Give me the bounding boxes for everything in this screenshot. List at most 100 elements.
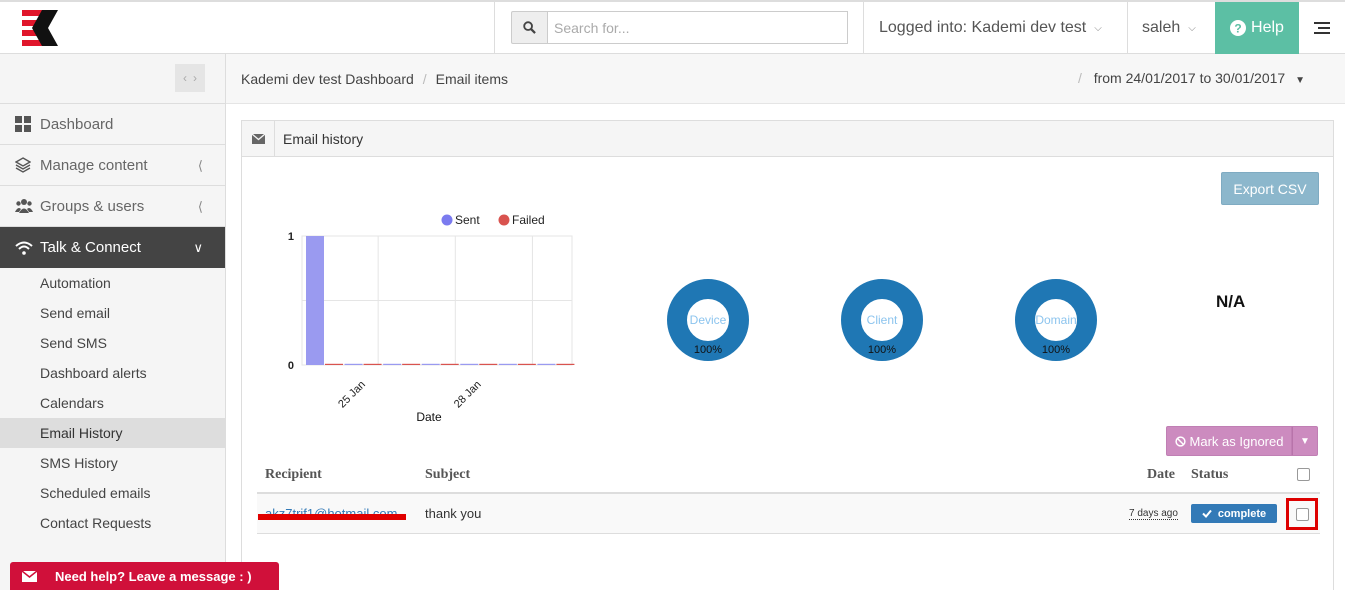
sidebar-subitem-dashboard-alerts[interactable]: Dashboard alerts	[0, 358, 225, 388]
sidebar-subitem-send-email[interactable]: Send email	[0, 298, 225, 328]
breadcrumb-separator: /	[422, 70, 427, 87]
wifi-icon	[15, 241, 33, 255]
domain-donut-chart: Domain 100%	[1015, 279, 1097, 361]
kademi-logo[interactable]	[22, 10, 62, 46]
bar-failed-25-jan	[363, 363, 382, 365]
sidebar-item-label: Talk & Connect	[40, 239, 141, 256]
table-row: akz7trif1@hotmail.com thank you 7 days a…	[257, 494, 1320, 534]
caret-down-icon: ▼	[1295, 75, 1305, 86]
sidebar-subitem-scheduled-emails[interactable]: Scheduled emails	[0, 478, 225, 508]
envelope-icon	[22, 570, 37, 582]
breadcrumb-separator: /	[1077, 70, 1082, 86]
panel-title: Email history	[283, 130, 364, 147]
account-dropdown[interactable]: Logged into: Kademi dev test ⌵	[863, 2, 1127, 54]
sidebar-item-manage-content[interactable]: Manage content ⟨	[0, 144, 225, 185]
search-button[interactable]	[511, 11, 547, 44]
ban-icon	[1174, 435, 1186, 447]
sidebar-item-label: Dashboard	[40, 115, 114, 133]
sidebar-item-talk-connect[interactable]: Talk & Connect ∨	[0, 226, 225, 268]
help-label: Help	[1251, 19, 1284, 36]
sidebar-subitem-email-history[interactable]: Email History	[0, 418, 225, 448]
user-dropdown[interactable]: saleh ⌵	[1127, 2, 1215, 54]
donut-label: Client	[867, 313, 898, 327]
sidebar-subitem-automation[interactable]: Automation	[0, 268, 225, 298]
top-bar: Logged into: Kademi dev test ⌵ saleh ⌵ ?…	[0, 0, 1345, 54]
sidebar-subitem-contact-requests[interactable]: Contact Requests	[0, 508, 225, 538]
col-subject[interactable]: Subject	[425, 467, 470, 483]
chevron-left-icon: ⟨	[197, 158, 203, 173]
chevron-left-icon: ⟨	[197, 199, 203, 214]
legend-label-failed: Failed	[512, 213, 545, 227]
table-header: Recipient Subject Date Status	[257, 458, 1320, 494]
date-range-dropdown[interactable]: / from 24/01/2017 to 30/01/2017 ▼	[1069, 70, 1305, 86]
sidebar-item-groups-users[interactable]: Groups & users ⟨	[0, 185, 225, 226]
search-area	[494, 2, 863, 54]
sidebar-subitem-calendars[interactable]: Calendars	[0, 388, 225, 418]
bar-sent-26-jan	[383, 363, 402, 365]
list-menu-icon	[1314, 22, 1330, 34]
question-circle-icon: ?	[1230, 20, 1247, 36]
col-recipient[interactable]: Recipient	[265, 467, 322, 483]
bar-sent-27-jan	[421, 363, 440, 365]
panel-header: Email history	[242, 121, 1333, 157]
bar-failed-27-jan	[440, 363, 459, 365]
x-tick-label: 25 Jan	[336, 379, 368, 411]
na-label: N/A	[1216, 292, 1246, 311]
bar-sent-29-jan	[498, 363, 517, 365]
x-axis-label: Date	[416, 410, 442, 424]
y-tick-label: 1	[288, 231, 294, 243]
status-label: complete	[1217, 507, 1267, 520]
donut-label: Domain	[1035, 313, 1076, 327]
col-status[interactable]: Status	[1191, 467, 1228, 483]
chevron-down-icon: ∨	[193, 240, 203, 255]
bar-sent-28-jan	[460, 363, 479, 365]
sidebar-subitem-send-sms[interactable]: Send SMS	[0, 328, 225, 358]
breadcrumb-email-items[interactable]: Email items	[436, 71, 508, 87]
donut-percent: 100%	[868, 344, 896, 356]
sidebar-item-label: Manage content	[40, 156, 148, 174]
mark-ignored-button[interactable]: Mark as Ignored	[1166, 426, 1292, 456]
sidebar-collapse-button[interactable]: ‹ ›	[175, 64, 205, 92]
mark-ignored-label: Mark as Ignored	[1189, 433, 1284, 449]
sent-failed-bar-chart: 0 1 25 Jan 28 Jan Date Sent Failed	[288, 213, 575, 424]
sidebar-item-label: Groups & users	[40, 197, 145, 215]
donut-percent: 100%	[1042, 344, 1070, 356]
x-tick-label: 28 Jan	[452, 379, 484, 411]
row-checkbox-highlight	[1286, 498, 1318, 530]
export-csv-button[interactable]: Export CSV	[1221, 172, 1319, 205]
subject-text: thank you	[425, 506, 482, 521]
bar-sent-24-jan	[306, 236, 324, 365]
device-donut-chart: Device 100%	[667, 279, 749, 361]
legend-label-sent: Sent	[455, 213, 480, 227]
sidebar: ‹ › Dashboard Manage content ⟨ Groups & …	[0, 54, 226, 590]
bar-failed-26-jan	[402, 363, 421, 365]
sidebar-item-dashboard[interactable]: Dashboard	[0, 103, 225, 144]
envelope-icon	[242, 121, 275, 156]
legend-marker-sent	[441, 214, 453, 226]
menu-toggle[interactable]	[1299, 2, 1345, 54]
svg-text:?: ?	[1234, 22, 1241, 36]
help-message-label: Need help? Leave a message : )	[55, 568, 252, 584]
caret-down-icon: ▼	[1300, 435, 1310, 447]
breadcrumb-dashboard[interactable]: Kademi dev test Dashboard	[241, 71, 414, 87]
y-tick-label: 0	[288, 360, 294, 372]
chevron-down-icon: ⌵	[1094, 22, 1102, 34]
date-range-label: from 24/01/2017 to 30/01/2017	[1093, 70, 1286, 86]
check-icon	[1202, 509, 1212, 518]
bar-failed-29-jan	[517, 363, 536, 365]
users-icon	[15, 198, 33, 214]
bar-sent-25-jan	[344, 363, 363, 365]
search-input[interactable]	[547, 11, 848, 44]
status-badge: complete	[1191, 504, 1277, 523]
date-text: 7 days ago	[1129, 508, 1178, 520]
select-all-checkbox[interactable]	[1297, 468, 1310, 481]
row-checkbox[interactable]	[1295, 507, 1309, 521]
sidebar-subitem-sms-history[interactable]: SMS History	[0, 448, 225, 478]
mark-ignored-dropdown[interactable]: ▼	[1292, 426, 1318, 456]
breadcrumb: Kademi dev test Dashboard / Email items …	[226, 54, 1345, 104]
bar-failed-28-jan	[479, 363, 498, 365]
bar-failed-30-jan	[556, 363, 575, 365]
col-date[interactable]: Date	[1147, 467, 1175, 483]
help-button[interactable]: ? Help	[1215, 2, 1299, 54]
leave-message-widget[interactable]: Need help? Leave a message : )	[10, 562, 279, 590]
